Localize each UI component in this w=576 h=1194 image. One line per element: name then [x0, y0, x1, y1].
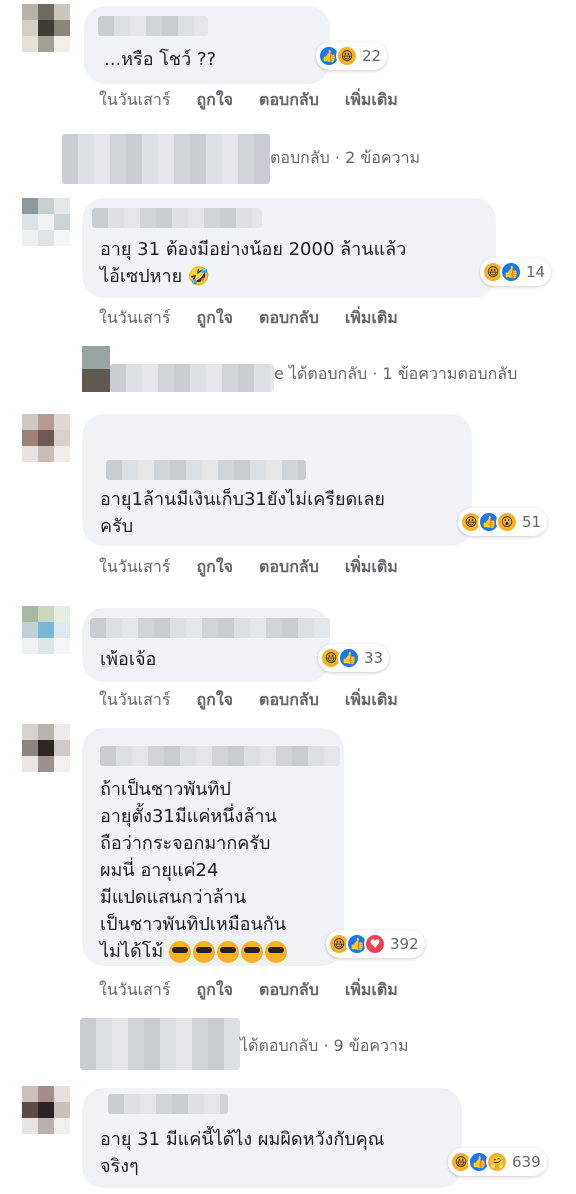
comment-bubble: เพ้อเจ้อ	[82, 608, 330, 682]
more-button[interactable]: เพิ่มเติม	[345, 88, 398, 113]
reaction-count: 22	[362, 47, 382, 65]
reaction-summary[interactable]: 😆 👍 😮 51	[458, 508, 548, 536]
reply-button[interactable]: ตอบกลับ	[259, 306, 319, 331]
comment-bubble: ...หรือ โชว์ ??	[84, 6, 330, 84]
comment-timestamp[interactable]: ในวันเสาร์	[99, 88, 170, 113]
more-button[interactable]: เพิ่มเติม	[345, 688, 398, 713]
comment-bubble: อายุ1ล้านมีเงินเก็บ31ยังไม่เครียดเลย ครั…	[82, 414, 472, 546]
avatar[interactable]	[22, 4, 70, 52]
comment-actions: ในวันเสาร์ ถูกใจ ตอบกลับ เพิ่มเติม	[99, 306, 424, 331]
comment-timestamp[interactable]: ในวันเสาร์	[99, 978, 170, 1003]
comment-actions: ในวันเสาร์ ถูกใจ ตอบกลับ เพิ่มเติม	[99, 555, 424, 580]
haha-icon: 😆	[336, 45, 358, 67]
cool-emoji-icon	[240, 941, 263, 963]
comment-actions: ในวันเสาร์ ถูกใจ ตอบกลับ เพิ่มเติม	[99, 978, 424, 1003]
love-icon: ♥	[364, 933, 386, 955]
comment-bubble: อายุ 31 มีแค่นี้ได้ไง ผมผิดหวังกับคุณ จร…	[82, 1088, 462, 1188]
view-replies-link[interactable]: ได้ตอบกลับ · 9 ข้อความ	[240, 1034, 409, 1059]
cool-emoji-icon	[216, 941, 239, 963]
replier-name-blurred[interactable]	[110, 364, 274, 392]
reply-button[interactable]: ตอบกลับ	[259, 88, 319, 113]
cool-emoji-icon	[264, 941, 287, 963]
like-icon: 👍	[338, 647, 360, 669]
comment-timestamp[interactable]: ในวันเสาร์	[99, 306, 170, 331]
comment-text: เพ้อเจ้อ	[100, 649, 157, 670]
avatar[interactable]	[22, 414, 70, 462]
reaction-count: 51	[522, 513, 542, 531]
avatar[interactable]	[22, 198, 70, 246]
reply-button[interactable]: ตอบกลับ	[259, 978, 319, 1003]
avatar[interactable]	[22, 606, 70, 654]
reply-button[interactable]: ตอบกลับ	[259, 688, 319, 713]
view-replies-link[interactable]: e ได้ตอบกลับ · 1 ข้อความตอบกลับ	[274, 362, 517, 387]
reaction-summary[interactable]: 😆 👍 33	[318, 644, 390, 672]
comment-bubble: ถ้าเป็นชาวพันทิป อายุตั้ง31มีแค่หนึ่งล้า…	[82, 728, 344, 966]
avatar[interactable]	[22, 724, 70, 772]
comment-text: อายุ 31 ต้องมีอย่างน้อย 2000 ล้านแล้ว ไอ…	[100, 239, 407, 287]
like-button[interactable]: ถูกใจ	[196, 88, 233, 113]
comment-text: อายุ 31 มีแค่นี้ได้ไง ผมผิดหวังกับคุณ จร…	[100, 1129, 385, 1177]
commenter-name-blurred[interactable]	[100, 746, 340, 766]
avatar[interactable]	[22, 1086, 70, 1134]
comment-text: ถ้าเป็นชาวพันทิป อายุตั้ง31มีแค่หนึ่งล้า…	[100, 776, 289, 965]
replier-avatar[interactable]	[82, 346, 110, 392]
like-icon: 👍	[500, 261, 522, 283]
comment-timestamp[interactable]: ในวันเสาร์	[99, 688, 170, 713]
reaction-count: 392	[390, 935, 419, 953]
reaction-summary[interactable]: 😆 👍 ♥ 392	[326, 930, 425, 958]
replier-avatars-blurred[interactable]	[62, 134, 270, 184]
like-button[interactable]: ถูกใจ	[196, 978, 233, 1003]
reaction-summary[interactable]: 😆 👍 14	[480, 258, 552, 286]
view-replies-link[interactable]: ตอบกลับ · 2 ข้อความ	[270, 146, 420, 171]
reply-button[interactable]: ตอบกลับ	[259, 555, 319, 580]
comment-text-body: ถ้าเป็นชาวพันทิป อายุตั้ง31มีแค่หนึ่งล้า…	[100, 779, 286, 962]
reaction-count: 33	[364, 649, 384, 667]
wow-icon: 😮	[496, 511, 518, 533]
comment-timestamp[interactable]: ในวันเสาร์	[99, 555, 170, 580]
cool-emoji-icon	[168, 941, 191, 963]
commenter-name-blurred[interactable]	[92, 208, 262, 228]
replier-avatars-blurred[interactable]	[80, 1018, 240, 1070]
care-icon: 🤗	[486, 1151, 508, 1173]
like-button[interactable]: ถูกใจ	[196, 688, 233, 713]
comment-bubble: อายุ 31 ต้องมีอย่างน้อย 2000 ล้านแล้ว ไอ…	[82, 198, 496, 298]
like-button[interactable]: ถูกใจ	[196, 555, 233, 580]
cool-emoji-icon	[192, 941, 215, 963]
commenter-name-blurred[interactable]	[90, 618, 330, 638]
comment-text: ...หรือ โชว์ ??	[104, 49, 217, 70]
commenter-name-blurred[interactable]	[98, 16, 208, 36]
comment-actions: ในวันเสาร์ ถูกใจ ตอบกลับ เพิ่มเติม	[99, 88, 424, 113]
more-button[interactable]: เพิ่มเติม	[345, 555, 398, 580]
reaction-summary[interactable]: 😆 👍 🤗 639	[448, 1148, 547, 1176]
more-button[interactable]: เพิ่มเติม	[345, 978, 398, 1003]
reaction-summary[interactable]: 👍 😆 22	[316, 42, 388, 70]
comment-text: อายุ1ล้านมีเงินเก็บ31ยังไม่เครียดเลย ครั…	[100, 489, 385, 537]
reaction-count: 639	[512, 1153, 541, 1171]
comment-actions: ในวันเสาร์ ถูกใจ ตอบกลับ เพิ่มเติม	[99, 688, 424, 713]
commenter-name-blurred[interactable]	[108, 1094, 228, 1114]
like-button[interactable]: ถูกใจ	[196, 306, 233, 331]
more-button[interactable]: เพิ่มเติม	[345, 306, 398, 331]
reaction-count: 14	[526, 263, 546, 281]
commenter-name-blurred[interactable]	[106, 460, 306, 480]
